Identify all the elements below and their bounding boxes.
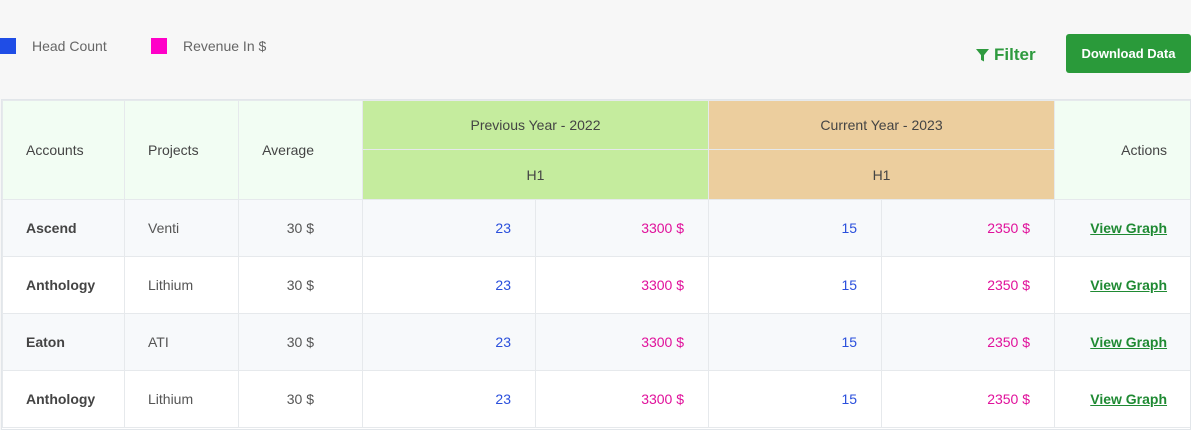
prev-headcount-cell: 23 [362,313,536,371]
filter-label: Filter [994,45,1036,64]
legend-label: Head Count [32,38,107,54]
table-row: Anthology Lithium 30 $ 23 3300 $ 15 2350… [2,256,1190,314]
header-row: Accounts Projects Average Previous Year … [2,100,1190,200]
table-row: Anthology Lithium 30 $ 23 3300 $ 15 2350… [2,370,1190,428]
head-count-swatch [0,38,16,54]
prev-revenue-cell: 3300 $ [534,313,710,371]
actions-cell: View Graph [1054,199,1190,257]
accounts-header[interactable]: Accounts [2,100,125,200]
curr-headcount-cell: 15 [708,370,883,428]
current-half-header: H1 [708,149,1056,200]
curr-revenue-cell: 2350 $ [881,313,1056,371]
account-cell: Anthology [2,370,125,428]
accounts-table: Accounts Projects Average Previous Year … [2,100,1190,428]
legend-item-head-count: Head Count [0,38,107,54]
toolbar: Head Count Revenue In $ Filter Download … [0,0,1191,96]
average-cell: 30 $ [238,256,363,314]
view-graph-link[interactable]: View Graph [1090,391,1167,407]
prev-headcount-cell: 23 [362,256,536,314]
previous-half-header: H1 [361,149,710,200]
actions-cell: View Graph [1054,370,1190,428]
actions-cell: View Graph [1054,313,1190,371]
account-cell: Ascend [2,199,125,257]
project-cell: Lithium [124,370,239,428]
projects-header[interactable]: Projects [124,100,239,200]
view-graph-link[interactable]: View Graph [1090,220,1167,236]
table-row: Eaton ATI 30 $ 23 3300 $ 15 2350 $ View … [2,313,1190,371]
project-cell: ATI [124,313,239,371]
prev-headcount-cell: 23 [362,370,536,428]
account-cell: Anthology [2,256,125,314]
curr-headcount-cell: 15 [708,256,883,314]
prev-revenue-cell: 3300 $ [534,199,710,257]
data-table: Accounts Projects Average Previous Year … [1,99,1191,430]
average-header[interactable]: Average [238,100,363,200]
prev-headcount-cell: 23 [362,199,536,257]
average-cell: 30 $ [238,199,363,257]
curr-revenue-cell: 2350 $ [881,256,1056,314]
view-graph-link[interactable]: View Graph [1090,277,1167,293]
previous-year-header: Previous Year - 2022 [361,100,710,150]
curr-revenue-cell: 2350 $ [881,370,1056,428]
curr-revenue-cell: 2350 $ [881,199,1056,257]
curr-headcount-cell: 15 [708,199,883,257]
prev-revenue-cell: 3300 $ [534,256,710,314]
revenue-swatch [151,38,167,54]
view-graph-link[interactable]: View Graph [1090,334,1167,350]
curr-headcount-cell: 15 [708,313,883,371]
actions-cell: View Graph [1054,256,1190,314]
account-cell: Eaton [2,313,125,371]
actions-header: Actions [1054,100,1190,200]
legend-item-revenue: Revenue In $ [151,38,266,54]
table-row: Ascend Venti 30 $ 23 3300 $ 15 2350 $ Vi… [2,199,1190,257]
current-year-header: Current Year - 2023 [708,100,1056,150]
project-cell: Lithium [124,256,239,314]
download-data-button[interactable]: Download Data [1066,34,1191,73]
average-cell: 30 $ [238,370,363,428]
funnel-icon [976,48,989,61]
filter-button[interactable]: Filter [976,44,1036,66]
legend-label: Revenue In $ [183,38,267,54]
prev-revenue-cell: 3300 $ [534,370,710,428]
project-cell: Venti [124,199,239,257]
average-cell: 30 $ [238,313,363,371]
